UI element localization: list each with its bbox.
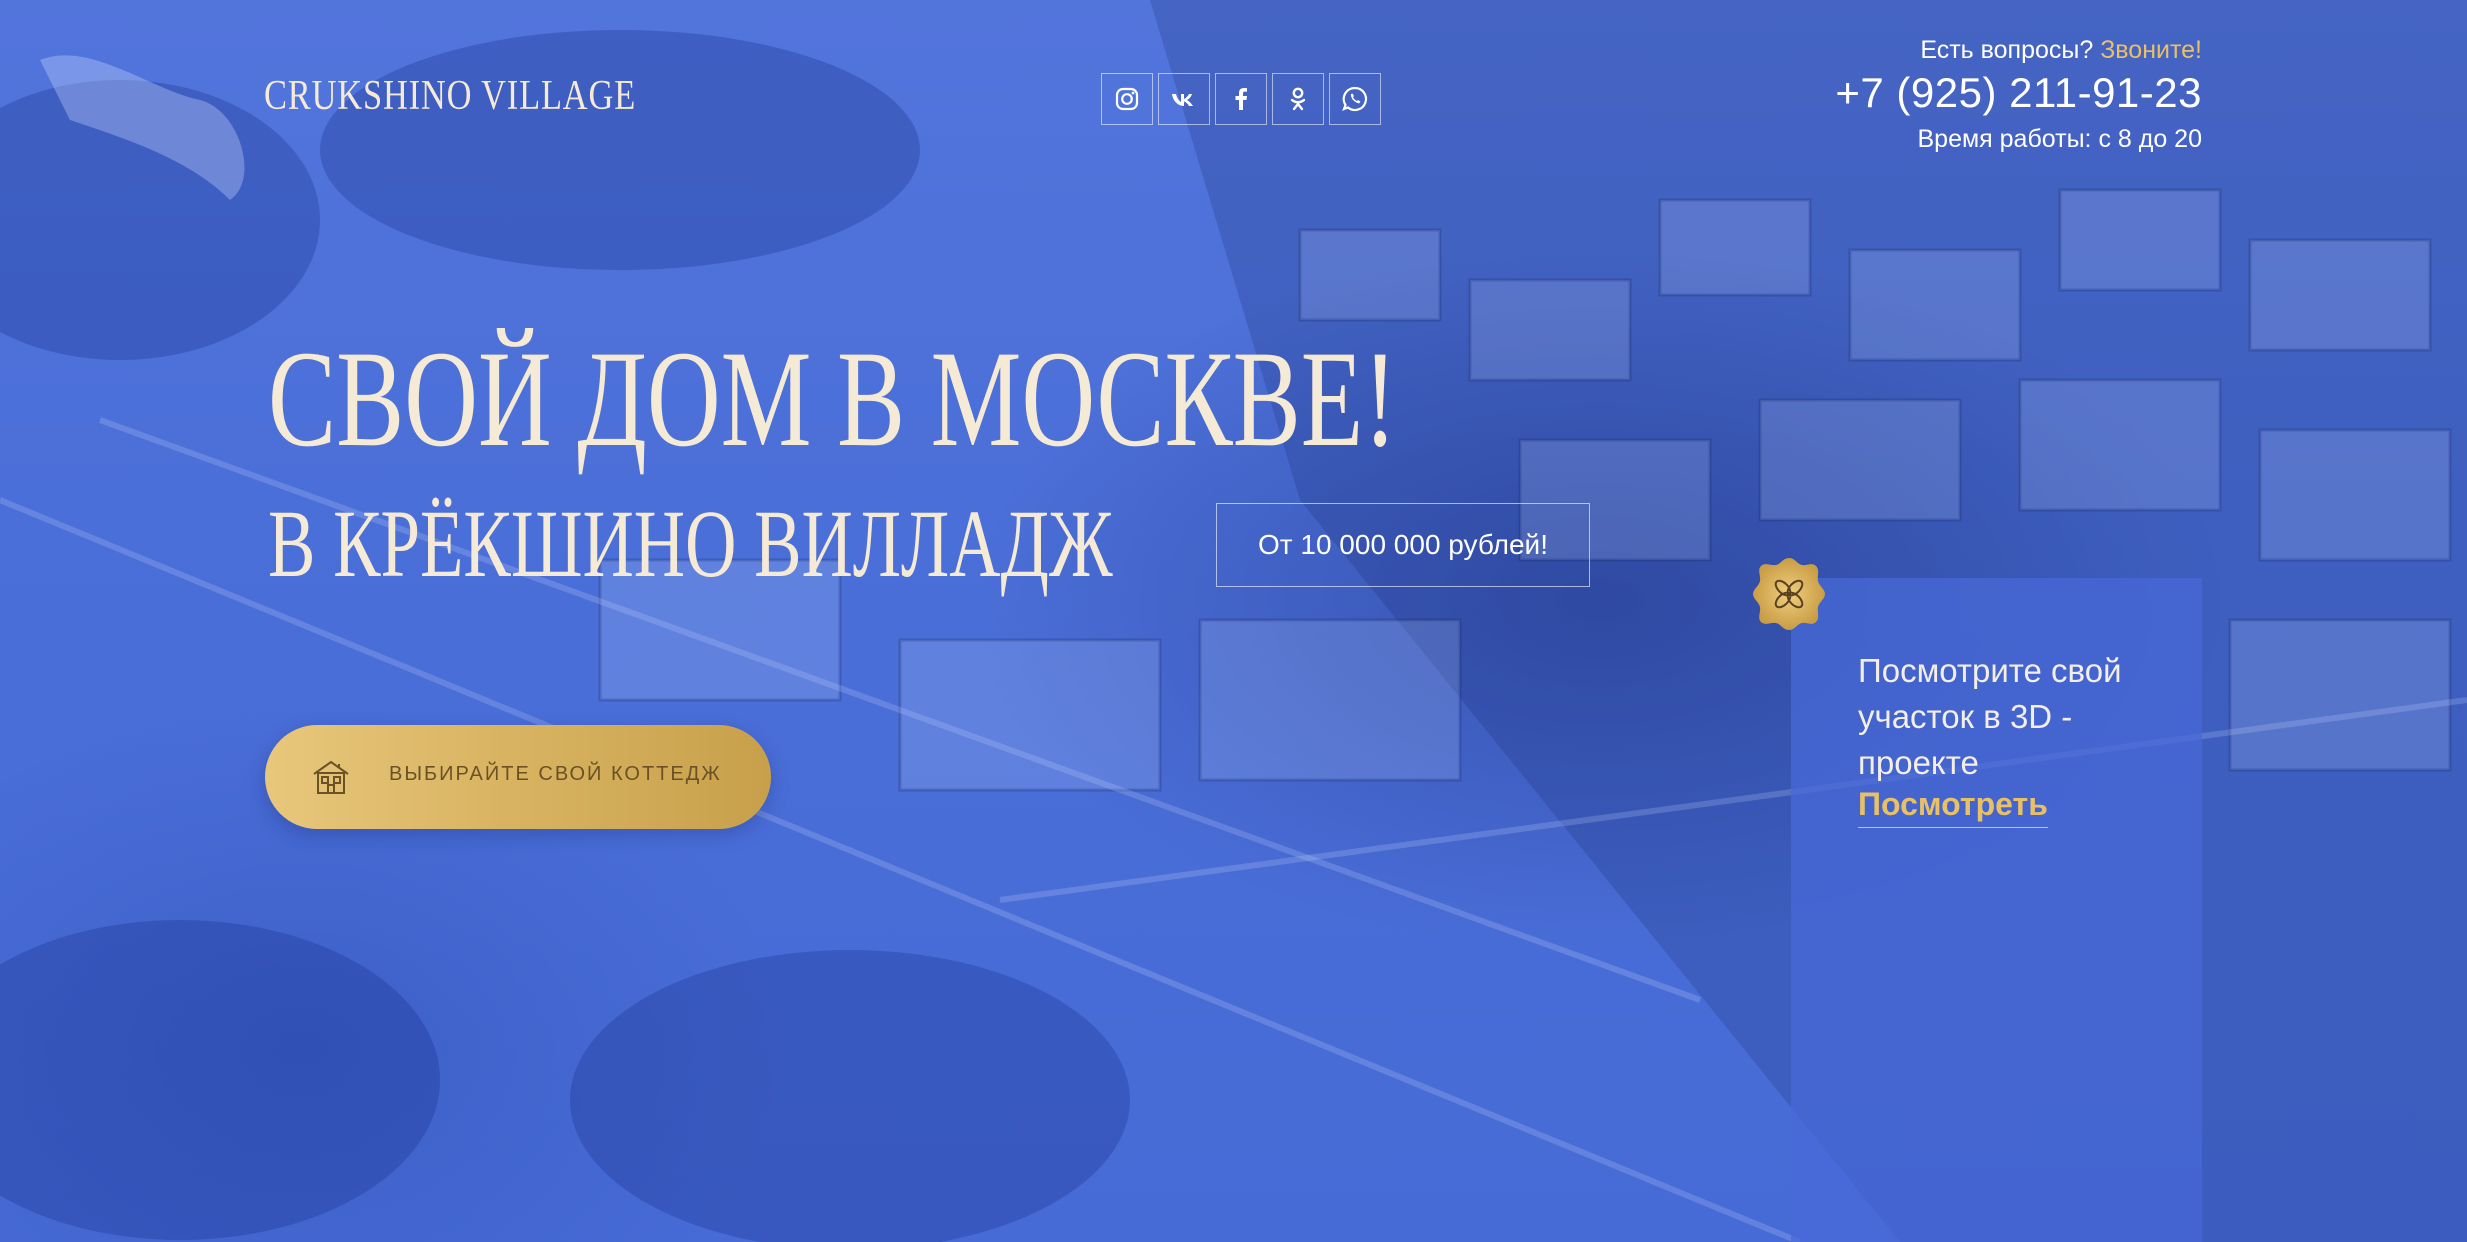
choose-cottage-button[interactable]: ВЫБИРАЙТЕ СВОЙ КОТТЕДЖ xyxy=(265,725,771,829)
view-3d-link[interactable]: Посмотреть xyxy=(1858,786,2048,828)
flower-badge-icon[interactable] xyxy=(1747,552,1831,636)
instagram-icon[interactable] xyxy=(1101,73,1153,125)
social-links xyxy=(1101,73,1381,125)
facebook-icon[interactable] xyxy=(1215,73,1267,125)
house-icon xyxy=(313,760,349,794)
price-badge: От 10 000 000 рублей! xyxy=(1216,503,1590,587)
vk-icon[interactable] xyxy=(1158,73,1210,125)
contact-question: Есть вопросы? Звоните! xyxy=(1835,36,2202,65)
working-hours: Время работы: с 8 до 20 xyxy=(1917,125,2203,153)
contact-block: Есть вопросы? Звоните! +7 (925) 211-91-2… xyxy=(1835,36,2202,154)
choose-cottage-label: ВЫБИРАЙТЕ СВОЙ КОТТЕДЖ xyxy=(389,763,722,785)
call-link[interactable]: Звоните! xyxy=(2100,36,2202,64)
hero-title: СВОЙ ДОМ В МОСКВЕ! xyxy=(268,322,1398,475)
phone-number[interactable]: +7 (925) 211-91-23 xyxy=(1835,69,2202,117)
site-logo[interactable]: CRUKSHINO VILLAGE xyxy=(264,72,636,120)
question-text: Есть вопросы? xyxy=(1920,36,2094,64)
whatsapp-icon[interactable] xyxy=(1329,73,1381,125)
hero-subtitle: В КРЁКШИНО ВИЛЛАДЖ xyxy=(268,490,1113,597)
3d-project-text: Посмотрите свой участок в 3D - проекте xyxy=(1858,652,2122,781)
odnoklassniki-icon[interactable] xyxy=(1272,73,1324,125)
